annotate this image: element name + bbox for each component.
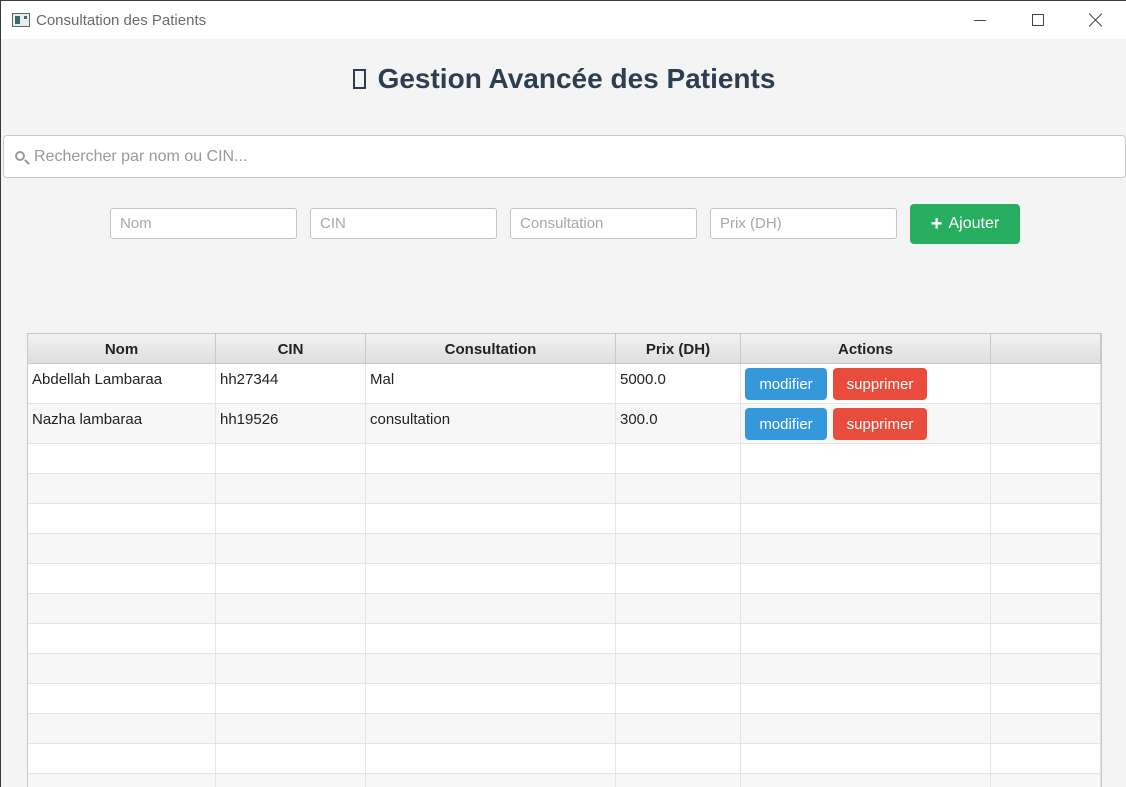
column-header-cin[interactable]: CIN: [216, 334, 366, 364]
empty-row: [28, 504, 1101, 534]
cell-consultation: Mal: [366, 364, 616, 403]
cell-prix: 5000.0: [616, 364, 741, 403]
empty-row: [28, 654, 1101, 684]
search-input[interactable]: [34, 136, 1114, 177]
empty-row: [28, 564, 1101, 594]
cell-cin: hh27344: [216, 364, 366, 403]
cell-actions: modifier supprimer: [741, 364, 991, 403]
table-body: Abdellah Lambaraa hh27344 Mal 5000.0 mod…: [28, 364, 1101, 787]
maximize-icon: [1032, 14, 1044, 26]
table-row[interactable]: Nazha lambaraa hh19526 consultation 300.…: [28, 404, 1101, 444]
page-title-text: Gestion Avancée des Patients: [377, 63, 776, 94]
delete-button[interactable]: supprimer: [833, 368, 927, 400]
search-box[interactable]: [3, 135, 1126, 178]
cell-filler: [991, 364, 1101, 403]
empty-row: [28, 744, 1101, 774]
maximize-button[interactable]: [1009, 1, 1067, 39]
column-header-actions[interactable]: Actions: [741, 334, 991, 364]
empty-row: [28, 534, 1101, 564]
empty-row: [28, 684, 1101, 714]
cell-nom: Abdellah Lambaraa: [28, 364, 216, 403]
empty-row: [28, 774, 1101, 787]
empty-row: [28, 714, 1101, 744]
page-title: Gestion Avancée des Patients: [1, 63, 1126, 95]
cell-prix: 300.0: [616, 404, 741, 443]
edit-button[interactable]: modifier: [745, 368, 827, 400]
patients-table: Nom CIN Consultation Prix (DH) Actions A…: [27, 333, 1102, 787]
minimize-button[interactable]: [951, 1, 1009, 39]
cell-cin: hh19526: [216, 404, 366, 443]
app-window: Consultation des Patients Gestion Avancé…: [0, 0, 1126, 787]
consultation-field[interactable]: [510, 208, 697, 239]
plus-icon: +: [930, 213, 943, 235]
missing-glyph-icon: [352, 69, 366, 89]
delete-button[interactable]: supprimer: [833, 408, 927, 440]
cell-filler: [991, 404, 1101, 443]
table-row[interactable]: Abdellah Lambaraa hh27344 Mal 5000.0 mod…: [28, 364, 1101, 404]
edit-button[interactable]: modifier: [745, 408, 827, 440]
app-icon: [12, 13, 30, 27]
column-header-filler: [991, 334, 1101, 364]
window-title: Consultation des Patients: [36, 12, 207, 29]
add-button[interactable]: + Ajouter: [910, 204, 1020, 244]
column-header-consultation[interactable]: Consultation: [366, 334, 616, 364]
cin-field[interactable]: [310, 208, 497, 239]
nom-field[interactable]: [110, 208, 297, 239]
table-header: Nom CIN Consultation Prix (DH) Actions: [28, 334, 1101, 364]
empty-row: [28, 444, 1101, 474]
column-header-prix[interactable]: Prix (DH): [616, 334, 741, 364]
close-icon: [1089, 13, 1103, 27]
close-button[interactable]: [1067, 1, 1125, 39]
empty-row: [28, 474, 1101, 504]
empty-row: [28, 624, 1101, 654]
empty-row: [28, 594, 1101, 624]
cell-consultation: consultation: [366, 404, 616, 443]
minimize-icon: [974, 19, 986, 21]
title-bar: Consultation des Patients: [1, 1, 1126, 39]
prix-field[interactable]: [710, 208, 897, 239]
cell-nom: Nazha lambaraa: [28, 404, 216, 443]
search-icon: [15, 151, 25, 161]
column-header-nom[interactable]: Nom: [28, 334, 216, 364]
add-button-label: Ajouter: [948, 215, 1000, 232]
cell-actions: modifier supprimer: [741, 404, 991, 443]
